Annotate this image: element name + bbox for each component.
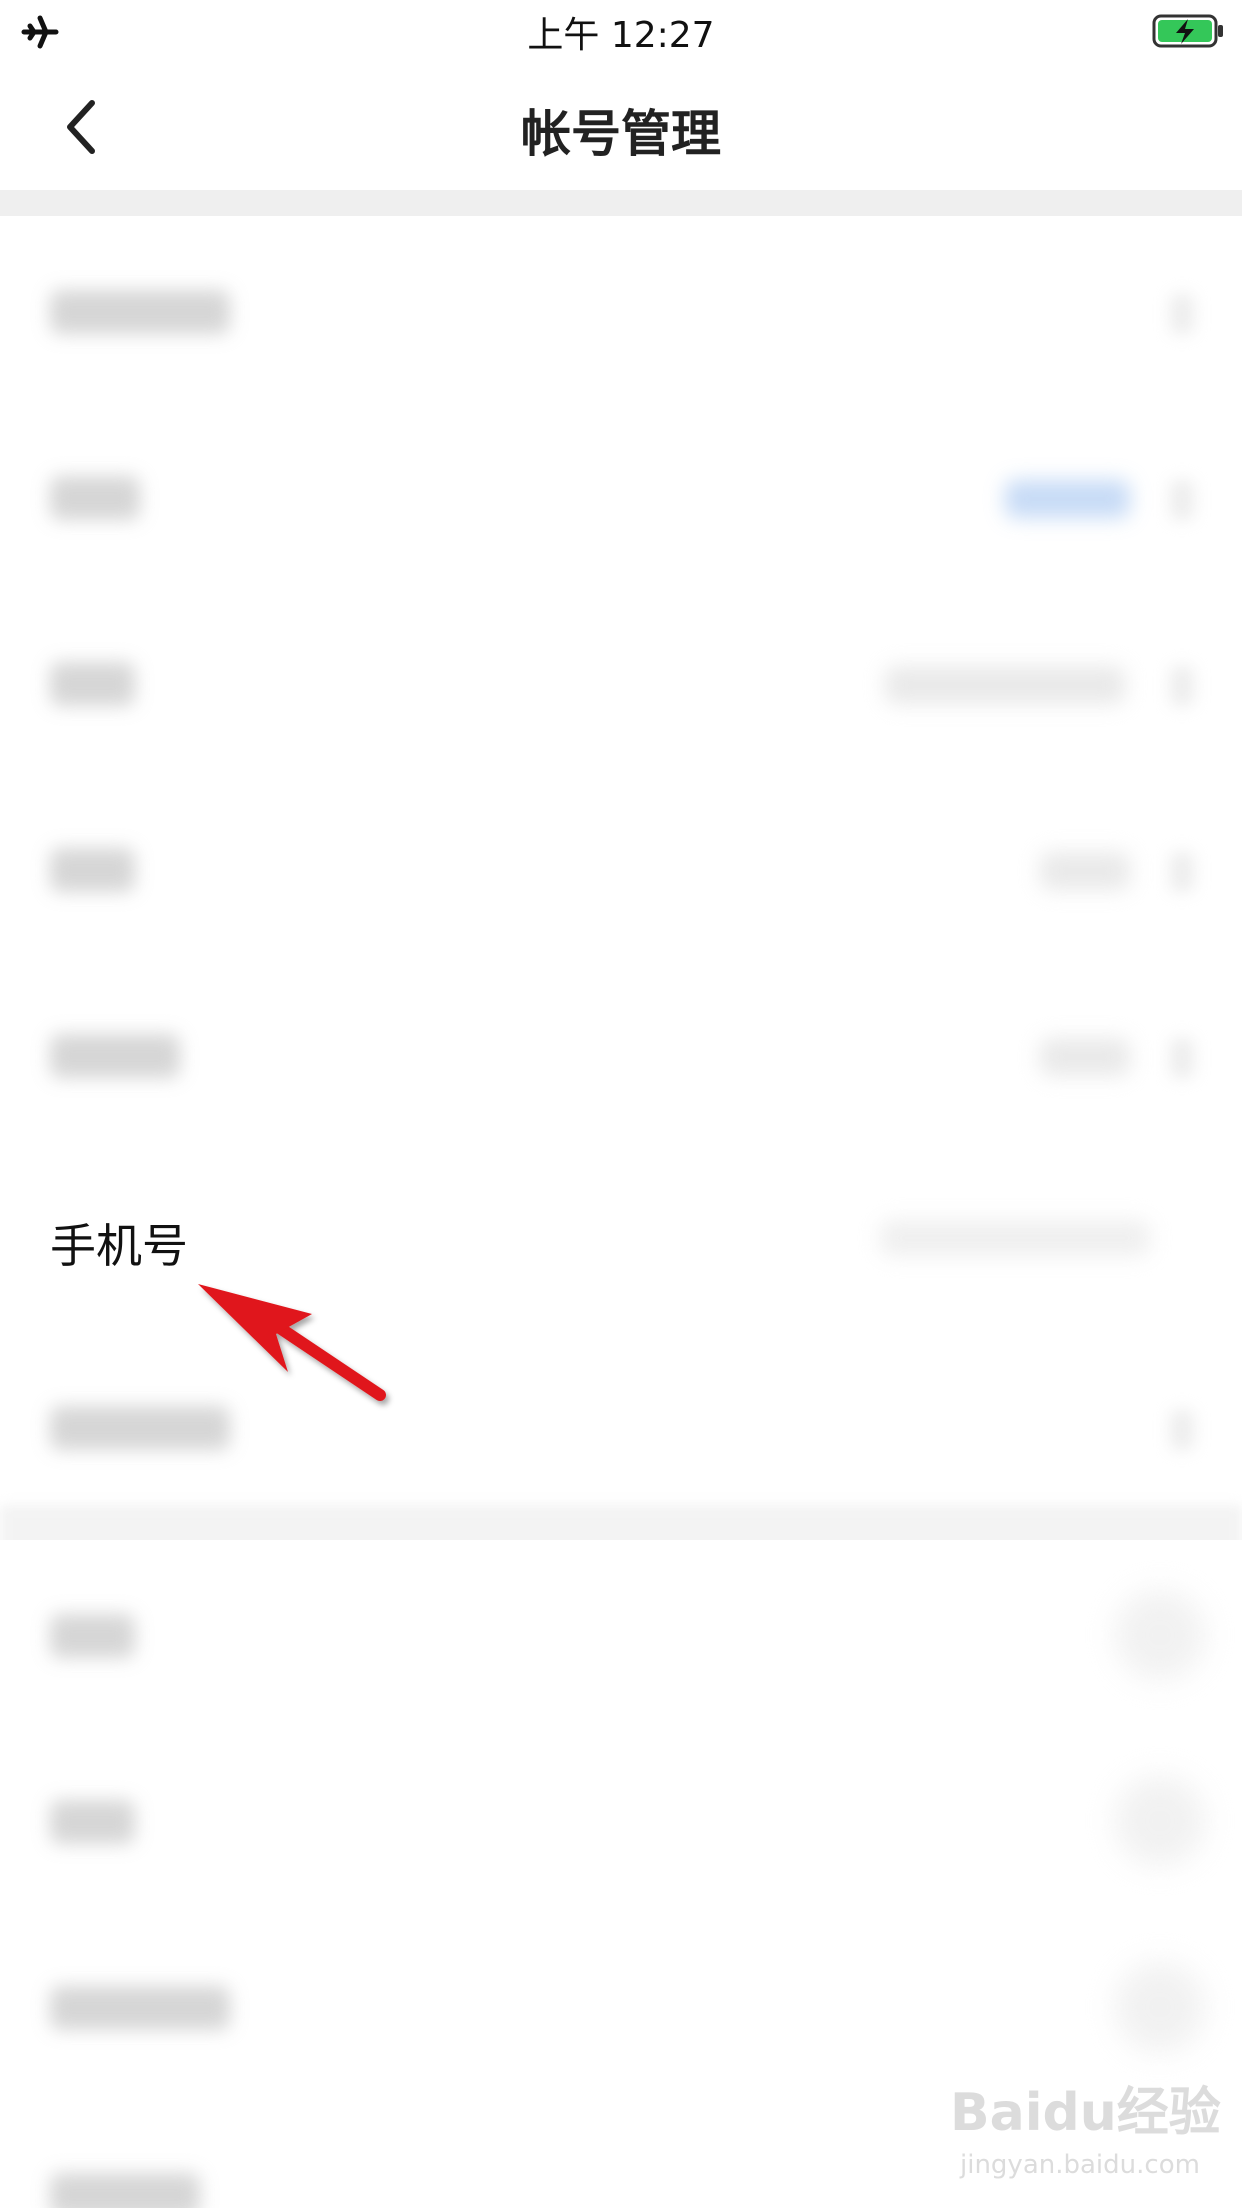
blurred-label [50, 476, 140, 520]
watermark-url: jingyan.baidu.com [960, 2150, 1200, 2180]
section-divider [0, 190, 1242, 216]
blurred-label [50, 1614, 135, 1658]
list-item[interactable] [0, 216, 1242, 402]
list-item[interactable] [0, 1726, 1242, 1912]
toggle-switch[interactable] [1115, 1962, 1205, 2052]
chevron-right-icon [1170, 1410, 1194, 1450]
blurred-value [1005, 480, 1130, 518]
toggle-switch[interactable] [1115, 1776, 1205, 1866]
blurred-value [1040, 852, 1130, 890]
list-item[interactable] [0, 960, 1242, 1146]
watermark-logo: Baidu经验 [950, 2083, 1221, 2143]
status-bar: 上午 12:27 [0, 0, 1242, 62]
list-item[interactable] [0, 1540, 1242, 1726]
chevron-right-icon [1170, 852, 1194, 892]
screen: 上午 12:27 帐号管理 手机号 Baidu经验 jingyan.baidu.… [0, 0, 1242, 2208]
battery-charging-icon [1152, 14, 1223, 48]
list-item[interactable] [0, 402, 1242, 588]
red-arrow-annotation [198, 1284, 386, 1401]
list-item[interactable] [0, 774, 1242, 960]
blurred-label [50, 290, 230, 334]
blurred-value [885, 666, 1125, 704]
watermark: Baidu经验 jingyan.baidu.com [950, 2070, 1230, 2190]
nav-bar: 帐号管理 [0, 62, 1242, 190]
page-title: 帐号管理 [521, 105, 721, 163]
phone-number-label: 手机号 [50, 1219, 188, 1273]
blurred-label [50, 1800, 135, 1844]
blurred-label [50, 1034, 180, 1078]
chevron-right-icon [1170, 666, 1194, 706]
list-item[interactable] [0, 588, 1242, 774]
blurred-label [50, 1986, 230, 2030]
chevron-right-icon [1170, 294, 1194, 334]
blurred-value [1040, 1038, 1130, 1076]
status-time: 上午 12:27 [527, 15, 715, 56]
blurred-phone-value [880, 1220, 1150, 1256]
chevron-right-icon [1170, 1038, 1194, 1078]
blurred-label [50, 848, 135, 892]
blurred-label [50, 662, 135, 706]
chevron-right-icon [1170, 480, 1194, 520]
toggle-switch[interactable] [1115, 1590, 1205, 1680]
blurred-label [50, 2173, 200, 2208]
